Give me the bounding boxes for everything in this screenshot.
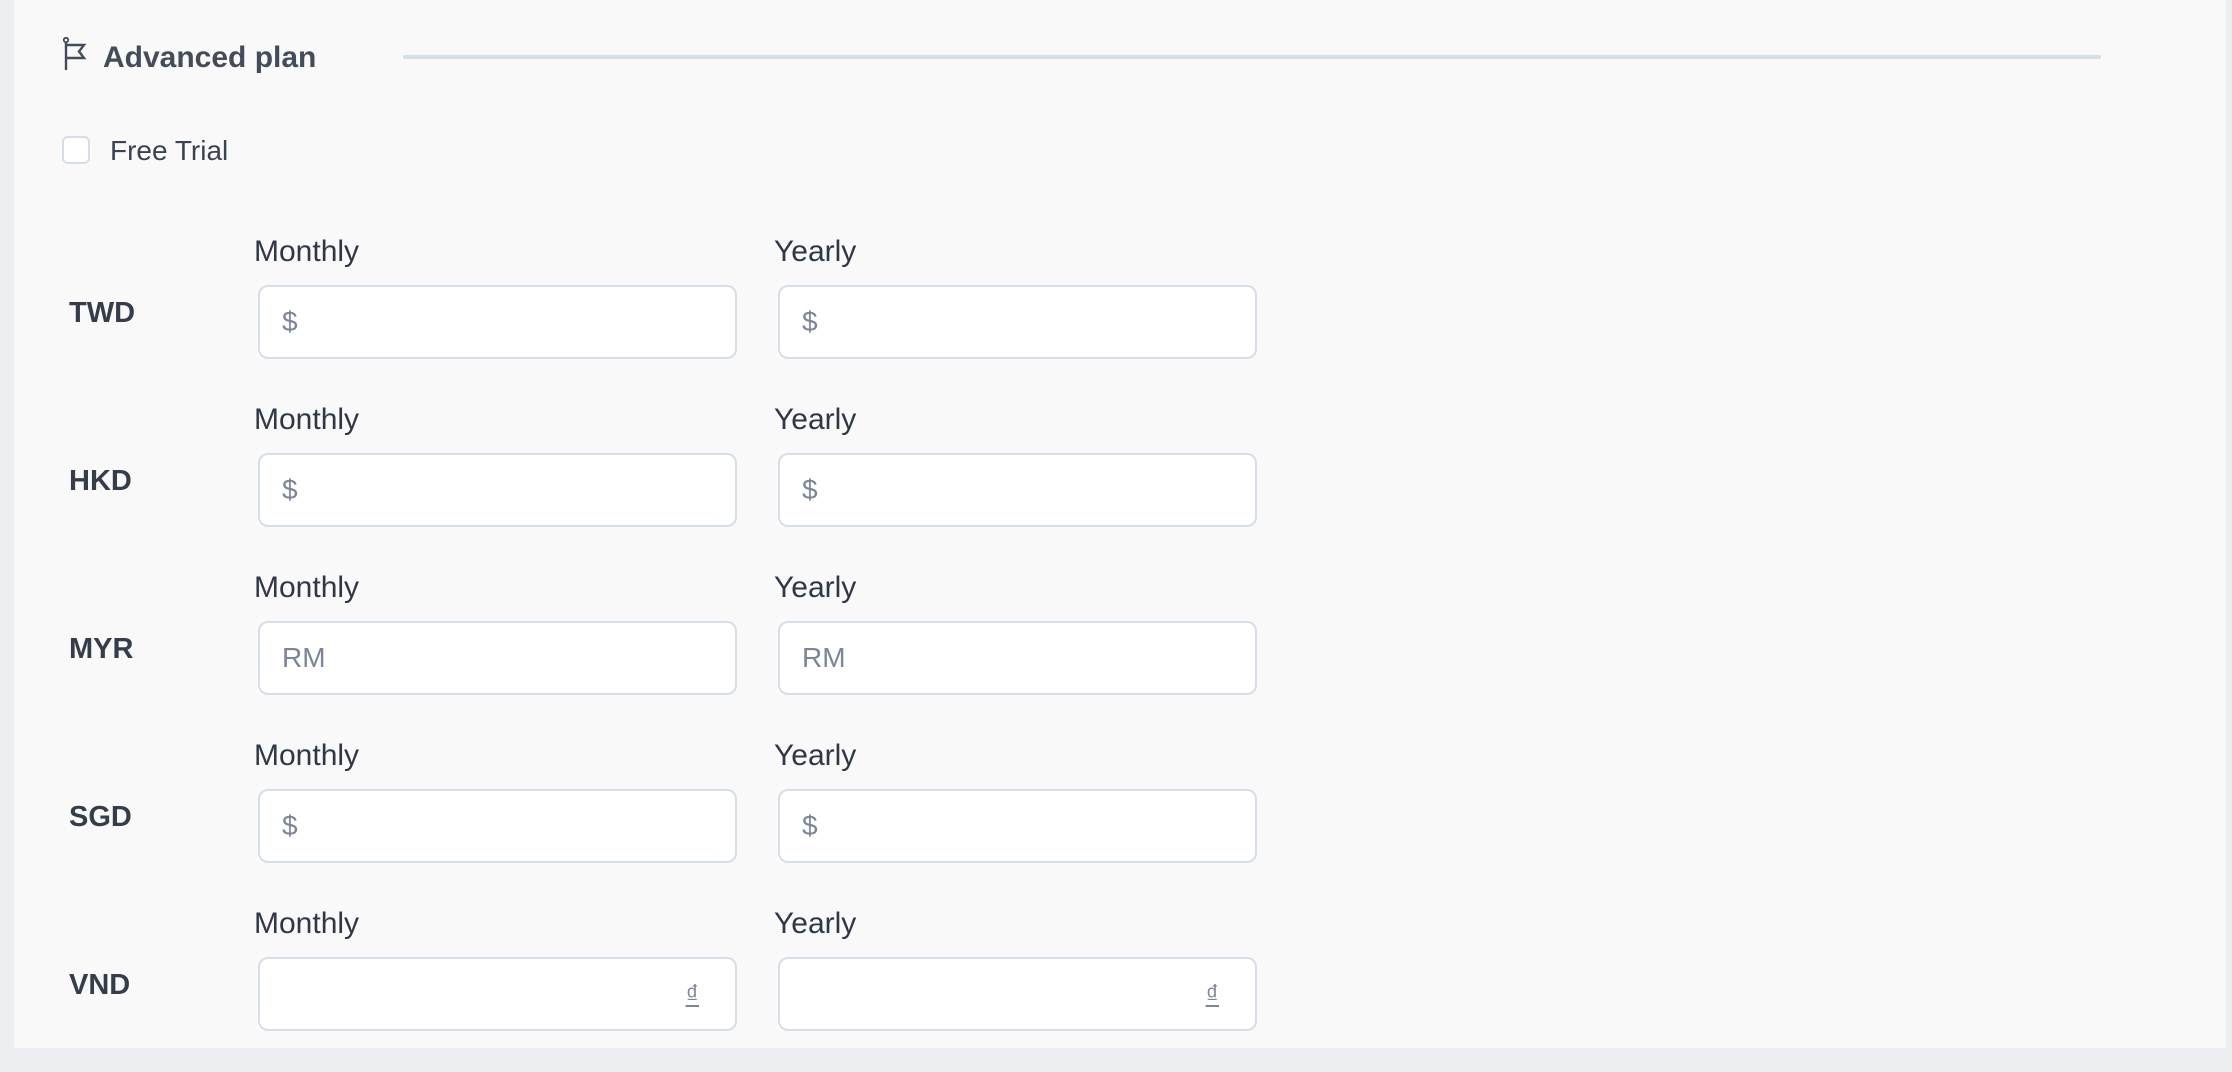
yearly-input-wrapper: [778, 453, 1257, 527]
monthly-label: Monthly: [254, 739, 360, 772]
monthly-label: Monthly: [254, 907, 360, 940]
currency-code: HKD: [69, 465, 132, 497]
monthly-input-wrapper: [258, 621, 737, 695]
monthly-price-input[interactable]: [260, 287, 735, 357]
yearly-label: Yearly: [774, 571, 857, 604]
section-divider: [403, 55, 2101, 59]
monthly-input-wrapper: [258, 285, 737, 359]
monthly-label: Monthly: [254, 571, 360, 604]
section-header: Advanced plan: [14, 0, 2226, 100]
yearly-label: Yearly: [774, 739, 857, 772]
yearly-input-wrapper: [778, 621, 1257, 695]
pricing-row-vnd: VND Monthly ₫ Yearly ₫: [14, 904, 2226, 1072]
yearly-input-wrapper: [778, 789, 1257, 863]
free-trial-label[interactable]: Free Trial: [110, 134, 228, 168]
yearly-label: Yearly: [774, 907, 857, 940]
pricing-row-sgd: SGD Monthly Yearly: [14, 736, 2226, 904]
pricing-row-myr: MYR Monthly Yearly: [14, 568, 2226, 736]
advanced-plan-panel: Advanced plan Free Trial TWD Monthly Yea…: [14, 0, 2226, 1048]
monthly-price-input[interactable]: [260, 791, 735, 861]
currency-code: SGD: [69, 801, 132, 833]
monthly-price-input[interactable]: [260, 623, 735, 693]
currency-code: TWD: [69, 297, 136, 329]
monthly-price-input[interactable]: [260, 959, 735, 1029]
monthly-input-wrapper: [258, 789, 737, 863]
monthly-input-wrapper: ₫: [258, 957, 737, 1031]
yearly-input-wrapper: ₫: [778, 957, 1257, 1031]
yearly-price-input[interactable]: [780, 791, 1255, 861]
dong-symbol-icon: ₫: [685, 979, 699, 1009]
yearly-label: Yearly: [774, 235, 857, 268]
currency-code: MYR: [69, 633, 134, 665]
monthly-price-input[interactable]: [260, 455, 735, 525]
yearly-price-input[interactable]: [780, 623, 1255, 693]
flag-icon: [62, 36, 87, 70]
monthly-label: Monthly: [254, 235, 360, 268]
dong-symbol-icon: ₫: [1205, 979, 1219, 1009]
free-trial-checkbox[interactable]: [62, 136, 90, 164]
currency-code: VND: [69, 969, 131, 1001]
yearly-price-input[interactable]: [780, 455, 1255, 525]
pricing-row-twd: TWD Monthly Yearly: [14, 232, 2226, 400]
yearly-price-input[interactable]: [780, 287, 1255, 357]
monthly-label: Monthly: [254, 403, 360, 436]
yearly-label: Yearly: [774, 403, 857, 436]
yearly-price-input[interactable]: [780, 959, 1255, 1029]
yearly-input-wrapper: [778, 285, 1257, 359]
monthly-input-wrapper: [258, 453, 737, 527]
section-title: Advanced plan: [103, 41, 317, 74]
pricing-row-hkd: HKD Monthly Yearly: [14, 400, 2226, 568]
